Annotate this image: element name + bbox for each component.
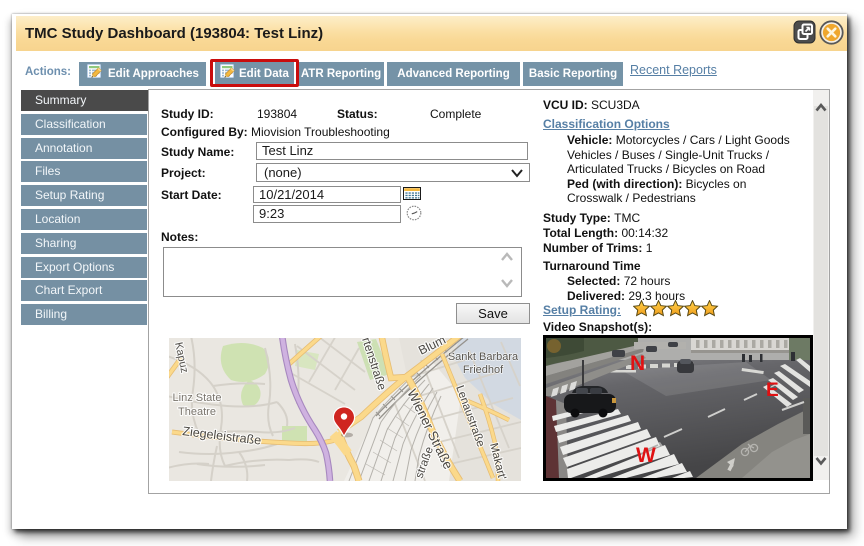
- svg-text:Linz State: Linz State: [173, 392, 222, 404]
- svg-text:Friedhof: Friedhof: [463, 364, 504, 376]
- svg-text:N: N: [630, 352, 645, 375]
- svg-text:W: W: [636, 444, 656, 467]
- svg-text:E: E: [766, 380, 779, 401]
- svg-text:Theatre: Theatre: [178, 406, 216, 418]
- svg-text:Sankt Barbara: Sankt Barbara: [448, 351, 519, 363]
